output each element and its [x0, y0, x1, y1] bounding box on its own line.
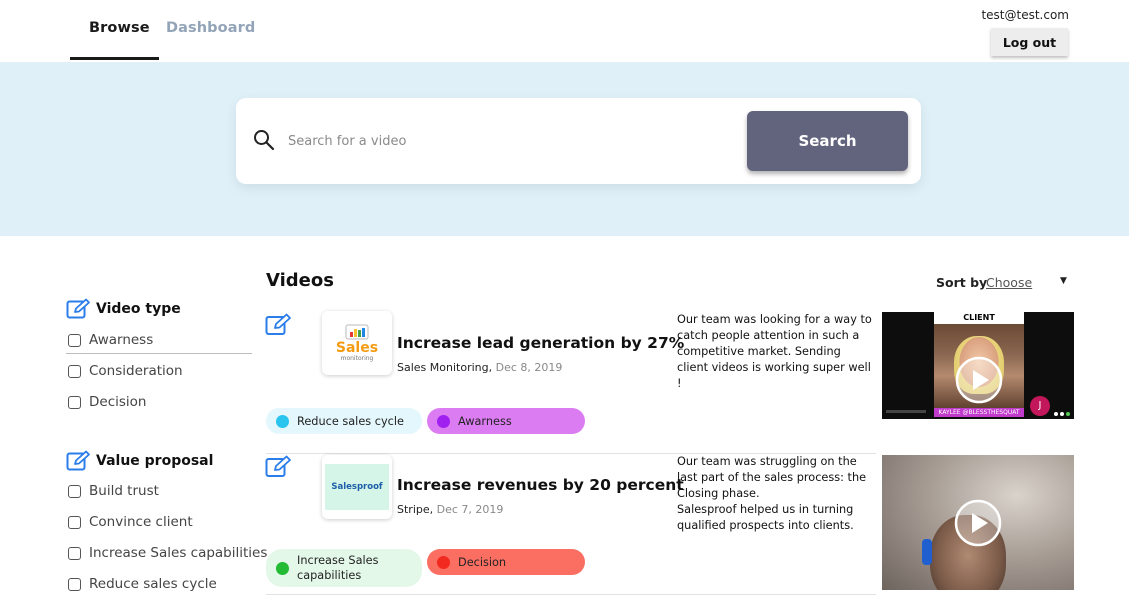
tab-dashboard[interactable]: Dashboard [166, 20, 255, 36]
edit-icon[interactable] [265, 455, 293, 479]
company-name: Sales Monitoring, [397, 361, 493, 374]
filter-option-awarness[interactable]: Awarness [68, 332, 153, 348]
search-input[interactable] [288, 128, 728, 154]
filter-option-label: Decision [89, 394, 147, 410]
video-date: Dec 7, 2019 [436, 503, 504, 516]
video-description: Our team was struggling on the last part… [677, 455, 867, 532]
logo-text: Salesproof [325, 464, 389, 510]
user-email: test@test.com [981, 8, 1069, 22]
divider [66, 353, 252, 354]
filter-option-decision[interactable]: Decision [68, 394, 146, 410]
checkbox[interactable] [68, 484, 81, 498]
checkbox[interactable] [68, 577, 81, 591]
video-description: Our team was looking for a way to catch … [677, 313, 872, 390]
filter-option-label: Build trust [89, 483, 159, 499]
sort-label: Sort by [936, 275, 988, 290]
thumb-caption: CLIENT TESTIMONIAL [934, 312, 1024, 334]
filter-option-label: Convince client [89, 514, 193, 530]
filter-title: Value proposal [96, 453, 214, 469]
top-nav: Browse Dashboard test@test.com Log out [0, 0, 1129, 62]
tag-dot [437, 555, 450, 569]
filter-option-convince-client[interactable]: Convince client [68, 514, 193, 530]
tag-reduce-sales-cycle[interactable]: Reduce sales cycle [266, 408, 422, 434]
tag-dot [276, 414, 289, 428]
active-tab-indicator [70, 57, 159, 60]
video-title[interactable]: Increase lead generation by 27% [397, 334, 684, 352]
headphone-shape [922, 539, 932, 565]
video-thumbnail[interactable]: CLIENT TESTIMONIAL KAYLEE @BLESSTHESQUAT… [882, 312, 1074, 419]
video-progress-bar [886, 410, 926, 413]
checkbox[interactable] [68, 364, 81, 378]
video-title[interactable]: Increase revenues by 20 percent [397, 476, 684, 494]
divider [266, 594, 876, 595]
carousel-dots [1054, 412, 1070, 416]
tag-label: Decision [458, 555, 507, 569]
logout-button[interactable]: Log out [991, 28, 1068, 56]
filter-option-consideration[interactable]: Consideration [68, 363, 183, 379]
tag-label: Increase Sales capabilities [297, 554, 379, 582]
filter-option-label: Consideration [89, 363, 183, 379]
logo-text: Sales [335, 340, 379, 356]
checkbox[interactable] [68, 515, 81, 529]
filter-option-increase-sales-capabilities[interactable]: Increase Sales capabilities [68, 545, 267, 561]
filter-heading-video-type: Video type [66, 298, 181, 320]
company-logo: Salesproof [322, 455, 392, 519]
tab-browse[interactable]: Browse [89, 20, 150, 36]
sort-select[interactable]: Choose [986, 275, 1032, 290]
edit-icon[interactable] [66, 450, 92, 472]
edit-icon[interactable] [66, 298, 92, 320]
filter-heading-value-proposal: Value proposal [66, 450, 213, 472]
tag-label: Awarness [458, 414, 512, 428]
chevron-down-icon[interactable]: ▼ [1060, 276, 1067, 286]
search-button[interactable]: Search [747, 111, 908, 171]
tag-increase-sales-capabilities[interactable]: Increase Sales capabilities [266, 549, 422, 587]
video-meta: Sales Monitoring, Dec 8, 2019 [397, 361, 562, 374]
filter-option-label: Increase Sales capabilities [89, 545, 268, 561]
checkbox[interactable] [68, 333, 81, 347]
edit-icon[interactable] [265, 313, 293, 337]
page-title: Videos [266, 270, 334, 291]
avatar: J [1030, 396, 1050, 416]
filter-option-reduce-sales-cycle[interactable]: Reduce sales cycle [68, 576, 217, 592]
filter-option-label: Awarness [89, 332, 154, 348]
tag-awarness[interactable]: Awarness [427, 408, 585, 434]
video-thumbnail[interactable] [882, 455, 1074, 590]
filter-option-build-trust[interactable]: Build trust [68, 483, 159, 499]
search-icon [254, 130, 275, 151]
video-date: Dec 8, 2019 [495, 361, 563, 374]
play-icon[interactable] [954, 499, 1002, 547]
company-name: Stripe, [397, 503, 434, 516]
tag-dot [437, 414, 450, 428]
tag-label: Reduce sales cycle [297, 414, 404, 428]
tag-dot [276, 561, 289, 575]
filter-title: Video type [96, 301, 181, 317]
filter-option-label: Reduce sales cycle [89, 576, 217, 592]
checkbox[interactable] [68, 395, 81, 409]
thumb-subcaption: KAYLEE @BLESSTHESQUAT [934, 408, 1024, 417]
logo-subtext: monitoring [340, 355, 374, 362]
checkbox[interactable] [68, 546, 81, 560]
play-icon[interactable] [955, 356, 1003, 404]
video-meta: Stripe, Dec 7, 2019 [397, 503, 503, 516]
tag-decision[interactable]: Decision [427, 549, 585, 575]
bar-chart-icon [345, 324, 369, 340]
company-logo: Sales monitoring [322, 311, 392, 375]
